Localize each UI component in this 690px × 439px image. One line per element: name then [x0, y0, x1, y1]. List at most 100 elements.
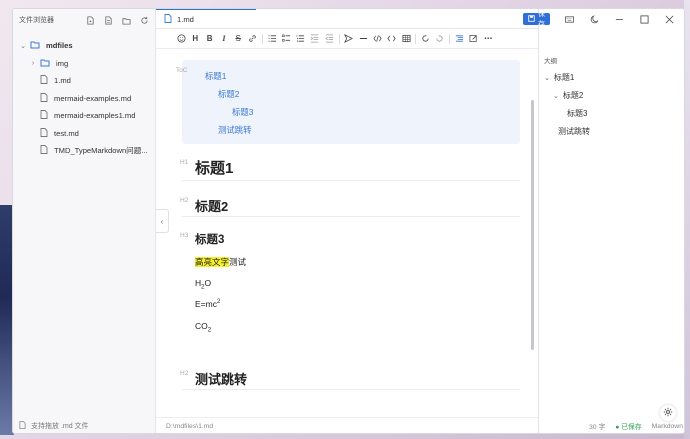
collapse-sidebar-button[interactable]: ‹ [156, 209, 169, 233]
tree-folder-img[interactable]: › img [13, 55, 155, 73]
status-bar-right: 30 字 ● 已保存 Markdown [539, 417, 684, 433]
new-file-icon[interactable] [85, 15, 95, 25]
toc-marker: ToC [176, 67, 188, 74]
highlight-paragraph: 高亮文字测试 [195, 256, 246, 268]
format-toolbar: H B I S ⋯ [156, 29, 538, 49]
emoji-icon[interactable] [176, 34, 186, 44]
outline-item-4[interactable]: 测试跳转 [558, 126, 590, 137]
tree-file-mermaid-examples1[interactable]: mermaid-examples1.md [13, 107, 155, 125]
ordered-list-icon[interactable] [296, 34, 306, 44]
file-icon [40, 127, 48, 139]
toc-link-3[interactable]: 标题3 [232, 106, 253, 118]
heading-divider [182, 216, 520, 217]
link-icon[interactable] [247, 34, 257, 44]
tree-file-tmd[interactable]: TMD_TypeMarkdown问题... [13, 142, 155, 160]
bold-button[interactable]: B [205, 34, 215, 44]
outline-panel: 保存 大纲 ⌄ 标题1 ⌄ 标题2 标题3 测试跳转 30 字 ● 已保存 Ma… [523, 9, 684, 433]
chevron-down-icon[interactable]: ⌄ [544, 74, 550, 82]
inline-code-icon[interactable] [372, 34, 382, 44]
file-icon [40, 145, 48, 156]
italic-button[interactable]: I [219, 34, 229, 44]
outline-item-3[interactable]: 标题3 [567, 108, 587, 119]
folder-icon [40, 58, 50, 69]
editor-area: 1.md H B I S ⋯ ToC 标题1 标题2 标题3 测试跳转 H1 标… [156, 9, 538, 433]
chevron-down-icon[interactable]: ⌄ [19, 42, 27, 50]
tab-bar: 1.md [156, 9, 538, 29]
new-folder-icon[interactable] [121, 15, 131, 25]
heading-level-marker: H2 [180, 197, 189, 204]
keyboard-icon[interactable] [564, 14, 574, 24]
file-icon [40, 110, 48, 121]
tree-folder-mdfiles[interactable]: ⌄ mdfiles [13, 37, 155, 55]
file-icon [19, 421, 26, 431]
tree-item-label: mermaid-examples.md [54, 93, 132, 103]
tree-file-test[interactable]: test.md [13, 125, 155, 143]
drop-hint: 支持拖放 .md 文件 [31, 423, 89, 430]
heading-3: 标题3 [195, 234, 225, 246]
toc-link-4[interactable]: 测试跳转 [218, 124, 252, 136]
toolbar-divider [338, 33, 340, 44]
tree-file-mermaid-examples[interactable]: mermaid-examples.md [13, 90, 155, 108]
outline-item-1[interactable]: ⌄ 标题1 [544, 72, 574, 83]
markdown-editor[interactable]: ToC 标题1 标题2 标题3 测试跳转 H1 标题1 H2 标题2 H3 标题… [156, 50, 538, 417]
folder-open-icon [30, 40, 40, 51]
heading-button[interactable]: H [190, 34, 200, 44]
save-label: 保存 [538, 11, 545, 28]
send-icon[interactable] [344, 34, 354, 44]
indent-icon[interactable] [310, 34, 320, 44]
minimize-icon[interactable] [614, 14, 624, 24]
toolbar-divider [415, 33, 417, 44]
formula-text: E=mc [195, 299, 217, 309]
strikethrough-button[interactable]: S [233, 34, 243, 44]
editor-mode[interactable]: Markdown [652, 423, 683, 430]
outline-label: 标题1 [553, 73, 575, 82]
tree-item-label: TMD_TypeMarkdown问题... [54, 146, 148, 156]
new-document-icon[interactable] [103, 15, 113, 25]
refresh-icon[interactable] [139, 15, 149, 25]
chevron-down-icon[interactable]: ⌄ [553, 92, 559, 100]
formula-text: O [204, 278, 212, 288]
heading-level-marker: H3 [180, 232, 189, 239]
toc-link-1[interactable]: 标题1 [205, 70, 226, 82]
chevron-right-icon[interactable]: › [29, 60, 37, 67]
outline-label: 测试跳转 [558, 127, 590, 136]
undo-icon[interactable] [421, 34, 431, 44]
word-count: 30 字 [589, 424, 606, 431]
redo-icon[interactable] [435, 34, 445, 44]
toc-link-2[interactable]: 标题2 [218, 88, 239, 100]
app-window: 文件浏览器 ⌄ mdfiles › img 1.md mermaid-examp… [12, 8, 685, 434]
subscript-paragraph: H2O [195, 278, 211, 291]
close-icon[interactable] [664, 14, 674, 24]
bullet-list-icon[interactable] [267, 34, 277, 44]
file-path: D:\mdfiles\1.md [166, 423, 214, 430]
highlighted-text: 高亮文字 [195, 257, 230, 267]
tree-item-label: test.md [54, 128, 79, 138]
subscript-text: 2 [207, 327, 212, 334]
more-icon[interactable]: ⋯ [483, 34, 493, 44]
tab-1md[interactable]: 1.md [156, 9, 256, 28]
code-block-icon[interactable] [387, 34, 397, 44]
save-button[interactable]: 保存 [523, 11, 550, 28]
outdent-icon[interactable] [324, 34, 334, 44]
edit-icon[interactable] [469, 34, 479, 44]
superscript-text: 2 [216, 299, 221, 306]
editor-scrollbar[interactable] [531, 100, 534, 350]
file-icon [40, 92, 48, 104]
moon-icon[interactable] [589, 14, 599, 24]
save-icon [528, 14, 535, 24]
subscript-paragraph: CO2 [195, 321, 211, 334]
heading-2: 标题2 [195, 199, 229, 214]
outline-item-2[interactable]: ⌄ 标题2 [553, 90, 583, 101]
outline-label: 标题3 [567, 109, 588, 118]
heading-2-jump: 测试跳转 [195, 372, 248, 387]
status-bar: D:\mdfiles\1.md [156, 417, 538, 433]
paragraph-text: 测试 [229, 257, 247, 267]
table-icon[interactable] [401, 34, 411, 44]
toc-icon[interactable] [455, 34, 465, 44]
tree-file-1md[interactable]: 1.md [13, 72, 155, 90]
toolbar-divider [261, 33, 263, 44]
maximize-icon[interactable] [639, 14, 649, 24]
task-list-icon[interactable] [281, 34, 291, 44]
outline-title: 大纲 [544, 58, 557, 65]
horizontal-rule-icon[interactable] [358, 34, 368, 44]
